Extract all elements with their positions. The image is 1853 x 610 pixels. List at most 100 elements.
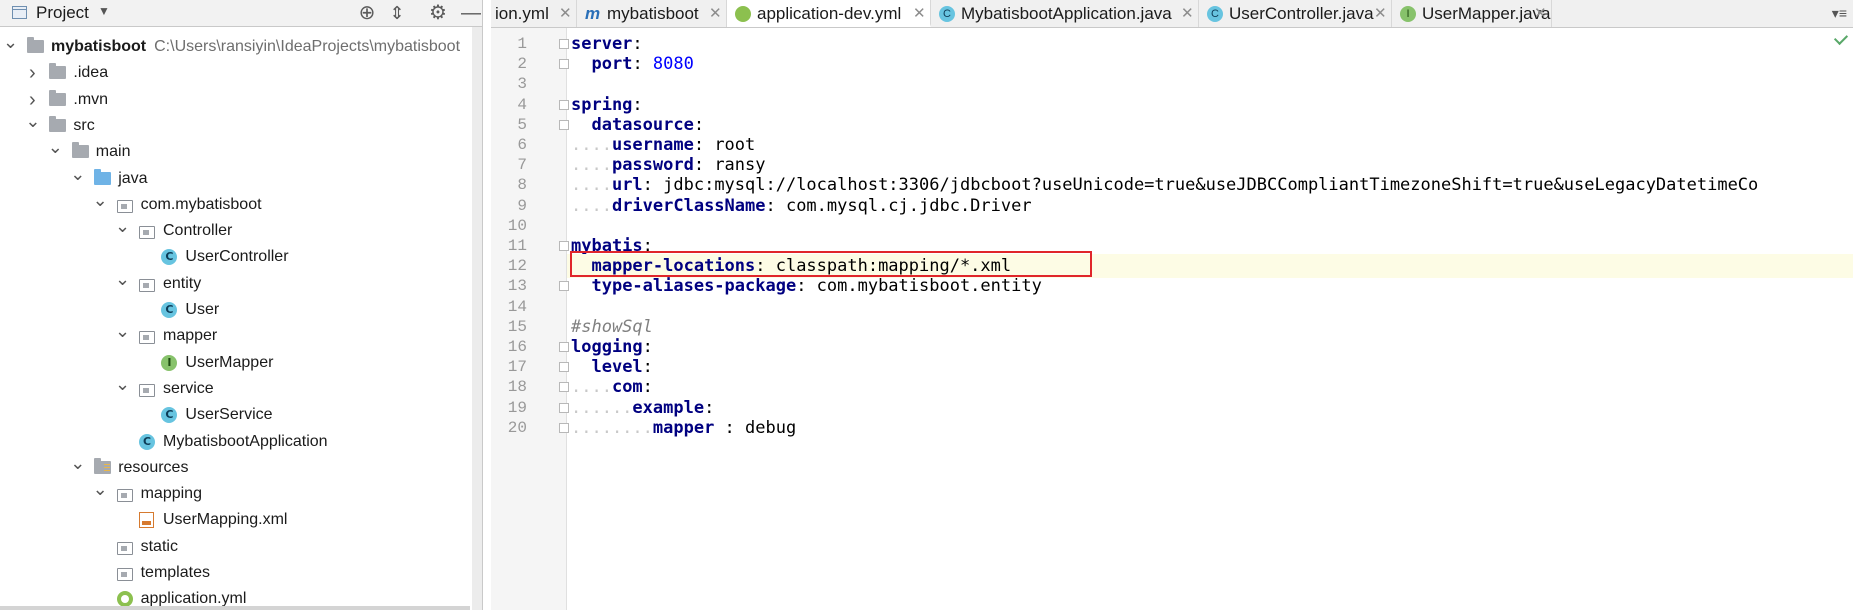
tree-item-label: src (73, 116, 95, 134)
close-icon[interactable]: ✕ (913, 0, 926, 27)
chevron-down-icon[interactable]: ⌄ (70, 162, 85, 186)
tree-item-label: static (140, 537, 178, 555)
tree-item-label: UserService (185, 406, 273, 424)
chevron-down-icon[interactable]: ⌄ (93, 477, 108, 501)
tree-item[interactable]: C User (0, 298, 470, 322)
tree-item[interactable]: templates (0, 561, 470, 585)
code-token: : (632, 34, 643, 54)
spring-boot-class-icon: C (939, 6, 955, 22)
tab-label: UserController.java (1229, 4, 1374, 23)
hide-panel-icon[interactable]: — (460, 1, 482, 25)
chevron-down-icon[interactable]: ⌄ (70, 451, 85, 475)
close-icon[interactable]: ✕ (1374, 0, 1387, 27)
close-icon[interactable]: ✕ (709, 0, 722, 27)
code-token: : (693, 114, 705, 135)
tree-item-label: User (185, 301, 220, 318)
code-token: logging (571, 337, 643, 357)
editor-tab[interactable]: I UserMapper.java ✕ (1392, 0, 1552, 27)
tab-list-icon[interactable]: ▾≡ (1832, 0, 1847, 27)
code-token: .... (571, 195, 612, 216)
tree-item[interactable]: ⌄ mapper (0, 321, 470, 348)
tree-item[interactable]: C UserService (0, 403, 470, 427)
resources-folder-icon (94, 457, 112, 474)
folder-icon (49, 63, 67, 80)
code-token: : com.mysql.cj.jdbc.Driver (765, 195, 1032, 216)
tree-item[interactable]: static (0, 535, 470, 559)
tree-item[interactable]: UserMapping.xml (0, 508, 470, 532)
code-token: datasource (591, 114, 694, 135)
editor-tab-bar: ▾≡ ion.yml ✕ m mybatisboot ✕ application-dev.… (491, 0, 1853, 28)
tree-item[interactable]: ⌄ java (0, 164, 470, 191)
class-icon: C (161, 249, 178, 266)
gear-icon[interactable]: ⚙ (427, 1, 449, 25)
chevron-down-icon[interactable]: ▼ (98, 4, 110, 18)
code-token: driverClassName (611, 195, 766, 216)
code-token: server (571, 34, 633, 54)
tree-item[interactable]: ⌄ com.mybatisboot (0, 190, 470, 217)
tree-item[interactable]: ⌄ Controller (0, 216, 470, 243)
tab-label: mybatisboot (607, 4, 699, 23)
chevron-down-icon[interactable]: ⌄ (3, 30, 18, 54)
collapse-all-icon[interactable]: ⇕ (386, 1, 408, 25)
tree-item-label: service (163, 379, 214, 397)
chevron-down-icon[interactable]: ⌄ (93, 188, 108, 212)
tree-item[interactable]: › .idea (0, 61, 470, 85)
chevron-down-icon[interactable]: ⌄ (25, 109, 40, 133)
code-token: : (632, 54, 653, 75)
tree-item-label: mybatisboot (51, 38, 147, 55)
chevron-down-icon[interactable]: ⌄ (115, 267, 130, 291)
code-editor[interactable]: server: port: 8080 spring: datasource:...… (567, 28, 1853, 610)
code-token: .... (571, 377, 612, 398)
editor-tab[interactable]: ion.yml ✕ (491, 0, 577, 27)
tree-item[interactable]: ⌄ mapping (0, 479, 470, 506)
editor-tab[interactable]: m mybatisboot ✕ (577, 0, 727, 27)
tree-item[interactable]: ⌄ mybatisboot C:\Users\ransiyin\IdeaProjec… (0, 32, 470, 59)
package-icon (116, 199, 133, 213)
code-token: : jdbc:mysql://localhost:3306/jdbcboot?u… (642, 175, 1759, 196)
editor-tab[interactable]: C UserController.java ✕ (1199, 0, 1392, 27)
close-icon[interactable]: ✕ (559, 0, 572, 27)
code-token: : (642, 357, 653, 378)
close-icon[interactable]: ✕ (1181, 0, 1194, 27)
package-icon (139, 383, 155, 397)
tree-item[interactable]: ⌄ src (0, 111, 470, 138)
tab-label: MybatisbootApplication.java (961, 4, 1172, 23)
project-panel: Project ▼ ⊕ ⇕ ⚙ — ⌄ mybatisboot C:\Users\r… (0, 0, 483, 610)
tree-item[interactable]: › .mvn (0, 88, 470, 112)
code-line[interactable]: ........mapper : debug (567, 416, 1853, 440)
code-token: level (591, 357, 643, 378)
editor-tab[interactable]: application-dev.yml ✕ (727, 0, 931, 27)
interface-icon: I (161, 354, 178, 371)
tree-item[interactable]: I UserMapper (0, 351, 470, 375)
chevron-right-icon[interactable]: › (25, 61, 39, 85)
code-token: : ransy (693, 155, 766, 176)
chevron-down-icon[interactable]: ⌄ (115, 319, 130, 343)
folder-icon (49, 89, 67, 106)
tree-item[interactable]: ⌄ entity (0, 269, 470, 296)
locate-file-icon[interactable]: ⊕ (356, 1, 378, 25)
code-token: .... (571, 155, 612, 176)
code-token: : (704, 397, 715, 418)
editor-tab[interactable]: C MybatisbootApplication.java ✕ (931, 0, 1199, 27)
chevron-down-icon[interactable]: ⌄ (48, 135, 63, 159)
horizontal-scrollbar[interactable] (0, 606, 470, 610)
chevron-down-icon[interactable]: ⌄ (115, 372, 130, 396)
project-view-selector[interactable]: Project (36, 3, 89, 23)
tree-item-label: application.yml (140, 590, 247, 608)
tree-item-label: .idea (73, 64, 109, 82)
tree-item[interactable]: C UserController (0, 245, 470, 269)
close-icon[interactable]: ✕ (1534, 0, 1547, 27)
tree-item-label: UserMapper (185, 353, 274, 371)
vertical-scrollbar[interactable] (472, 27, 482, 610)
chevron-down-icon[interactable]: ⌄ (115, 214, 130, 238)
maven-icon: m (585, 4, 601, 23)
tree-item-label: com.mybatisboot (140, 195, 262, 213)
code-token: ........ (571, 417, 653, 438)
tree-item[interactable]: ⌄ resources (0, 453, 470, 480)
tree-item-label: main (95, 143, 131, 161)
tree-item-label: mapping (140, 485, 202, 503)
tree-item[interactable]: ⌄ service (0, 374, 470, 401)
